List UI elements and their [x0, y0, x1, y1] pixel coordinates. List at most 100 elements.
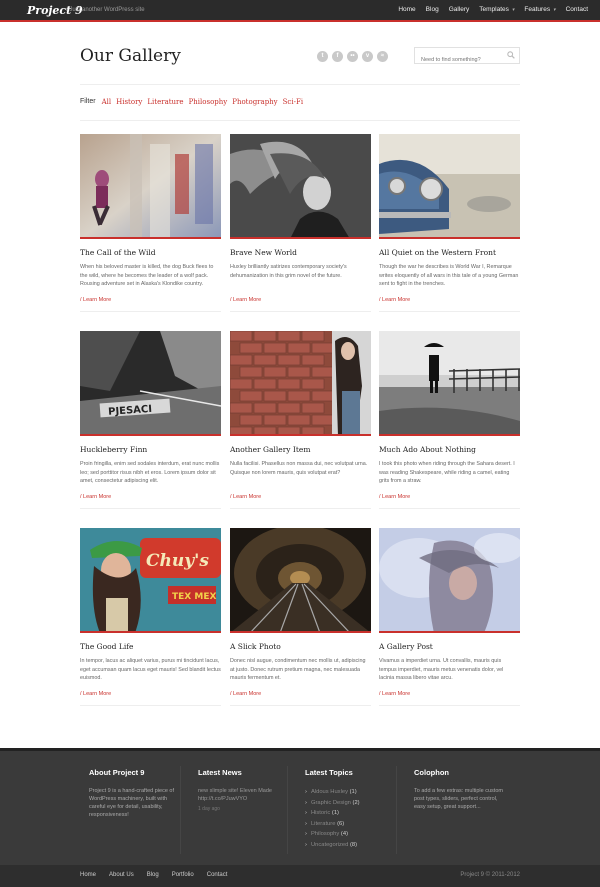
copyright: Project 9 © 2011-2012: [460, 872, 520, 878]
topic-item[interactable]: › Graphic Design (2): [305, 798, 400, 809]
divider: [80, 84, 520, 85]
gallery-thumbnail[interactable]: [230, 134, 371, 239]
chevron-right-icon: ›: [305, 831, 307, 837]
search-input[interactable]: [415, 52, 501, 68]
gallery-item-title[interactable]: The Call of the Wild: [80, 248, 221, 257]
gallery-item: A Gallery Post Vivamus a imperdiet urna.…: [379, 528, 520, 706]
gallery-thumbnail[interactable]: [379, 528, 520, 633]
gallery-thumbnail[interactable]: PJESACI: [80, 331, 221, 436]
learn-more-link[interactable]: / Learn More: [230, 494, 371, 500]
chevron-right-icon: ›: [305, 841, 307, 848]
divider: [180, 766, 181, 854]
footer-topics: Latest Topics › Aldous Huxley (1) › Graphi…: [305, 768, 400, 850]
topic-item[interactable]: › Philosophy (4): [305, 829, 400, 840]
gallery-item-desc: I took this photo when riding through th…: [379, 461, 515, 484]
gallery-item-title[interactable]: Huckleberry Finn: [80, 445, 221, 454]
topic-name: Uncategorized: [310, 841, 349, 848]
topic-item[interactable]: › Aldous Huxley (1): [305, 787, 400, 798]
divider: [287, 766, 288, 854]
learn-more-link[interactable]: / Learn More: [80, 297, 221, 303]
gallery-item: All Quiet on the Western Front Though th…: [379, 134, 520, 312]
flickr-icon[interactable]: ••: [347, 51, 358, 62]
vimeo-icon[interactable]: v: [362, 51, 373, 62]
topic-name: Literature: [310, 820, 336, 827]
gallery-item-title[interactable]: Another Gallery Item: [230, 445, 371, 454]
gallery-item: Another Gallery Item Nulla facilisi. Pha…: [230, 331, 371, 509]
gallery-thumbnail[interactable]: [80, 134, 221, 239]
chevron-right-icon: ›: [305, 799, 307, 806]
gallery-item-desc: When his beloved master is killed, the d…: [80, 264, 214, 287]
footer-link-contact[interactable]: Contact: [207, 872, 228, 878]
footer-about-text: Project 9 is a hand-crafted piece of Wor…: [89, 788, 174, 818]
filter-photography[interactable]: Photography: [232, 98, 277, 106]
gallery-item: Brave New World Huxley brilliantly satir…: [230, 134, 371, 312]
gallery-thumbnail[interactable]: Chuy's TEX MEX: [80, 528, 221, 633]
gallery-item-title[interactable]: Much Ado About Nothing: [379, 445, 520, 454]
topic-count: (1): [349, 789, 357, 795]
svg-text:TEX MEX: TEX MEX: [172, 592, 216, 602]
nav-templates[interactable]: Templates ▾: [479, 6, 514, 13]
nav-blog[interactable]: Blog: [426, 6, 439, 13]
gallery-item-desc: Proin fringilla, enim sed sodales interd…: [80, 461, 220, 484]
topic-name: Historic: [310, 810, 331, 816]
topic-item[interactable]: › Literature (6): [305, 819, 400, 830]
topic-count: (6): [337, 820, 345, 827]
divider: [230, 508, 371, 509]
gallery-thumbnail[interactable]: [230, 528, 371, 633]
gallery-item-title[interactable]: The Good Life: [80, 642, 221, 651]
gallery-thumbnail[interactable]: [379, 134, 520, 239]
gallery-item: Chuy's TEX MEX The Good Life In tempor, …: [80, 528, 221, 706]
gallery-thumbnail[interactable]: [379, 331, 520, 436]
chevron-right-icon: ›: [305, 789, 307, 795]
nav-contact[interactable]: Contact: [566, 6, 588, 13]
filter-all[interactable]: All: [102, 98, 112, 106]
footer-news: Latest News new slimple site! Eleven Mad…: [198, 768, 293, 813]
divider: [80, 705, 221, 706]
footer-news-text[interactable]: new slimple site! Eleven Made http://t.c…: [198, 787, 293, 803]
social-icons: t f •• v ≈: [317, 51, 392, 62]
learn-more-link[interactable]: / Learn More: [379, 297, 520, 303]
footer-link-blog[interactable]: Blog: [147, 872, 159, 878]
divider: [396, 766, 397, 854]
gallery-item: The Call of the Wild When his beloved ma…: [80, 134, 221, 312]
site-tagline: / Just another WordPress site: [66, 7, 145, 13]
learn-more-link[interactable]: / Learn More: [80, 691, 221, 697]
gallery-item-title[interactable]: A Slick Photo: [230, 642, 371, 651]
learn-more-link[interactable]: / Learn More: [230, 691, 371, 697]
gallery-thumbnail[interactable]: [230, 331, 371, 436]
learn-more-link[interactable]: / Learn More: [379, 691, 520, 697]
footer-link-about[interactable]: About Us: [109, 872, 134, 878]
chevron-down-icon: ▾: [511, 7, 515, 13]
search-box: [414, 47, 520, 68]
footer-colophon: Colophon To add a few extras: multiple c…: [414, 768, 509, 811]
filter-literature[interactable]: Literature: [147, 98, 183, 106]
gallery-item: Much Ado About Nothing I took this photo…: [379, 331, 520, 509]
footer-link-portfolio[interactable]: Portfolio: [172, 872, 194, 878]
learn-more-link[interactable]: / Learn More: [379, 494, 520, 500]
learn-more-link[interactable]: / Learn More: [230, 297, 371, 303]
gallery-item-title[interactable]: All Quiet on the Western Front: [379, 248, 520, 257]
nav-gallery[interactable]: Gallery: [449, 6, 470, 13]
gallery-item-title[interactable]: Brave New World: [230, 248, 371, 257]
filter-history[interactable]: History: [116, 98, 142, 106]
footer-link-home[interactable]: Home: [80, 872, 96, 878]
rss-icon[interactable]: ≈: [377, 51, 388, 62]
filter-scifi[interactable]: Sci-Fi: [283, 98, 303, 106]
filter-philosophy[interactable]: Philosophy: [189, 98, 228, 106]
divider: [80, 311, 221, 312]
divider: [379, 705, 520, 706]
topic-name: Graphic Design: [310, 799, 351, 806]
top-bar: Project 9 / Just another WordPress site …: [0, 0, 600, 22]
topic-item[interactable]: › Uncategorized (8): [305, 840, 400, 851]
learn-more-link[interactable]: / Learn More: [80, 494, 221, 500]
twitter-icon[interactable]: t: [317, 51, 328, 62]
nav-home[interactable]: Home: [398, 6, 415, 13]
gallery-item-title[interactable]: A Gallery Post: [379, 642, 520, 651]
gallery-item-desc: Vivamus a imperdiet urna. Ut convallis, …: [379, 658, 504, 681]
footer-nav: Home About Us Blog Portfolio Contact: [80, 872, 240, 878]
facebook-icon[interactable]: f: [332, 51, 343, 62]
topic-item[interactable]: › Historic (1): [305, 808, 400, 819]
footer-about-title: About Project 9: [89, 768, 145, 777]
nav-features[interactable]: Features ▾: [524, 6, 555, 13]
search-icon[interactable]: [507, 51, 515, 59]
